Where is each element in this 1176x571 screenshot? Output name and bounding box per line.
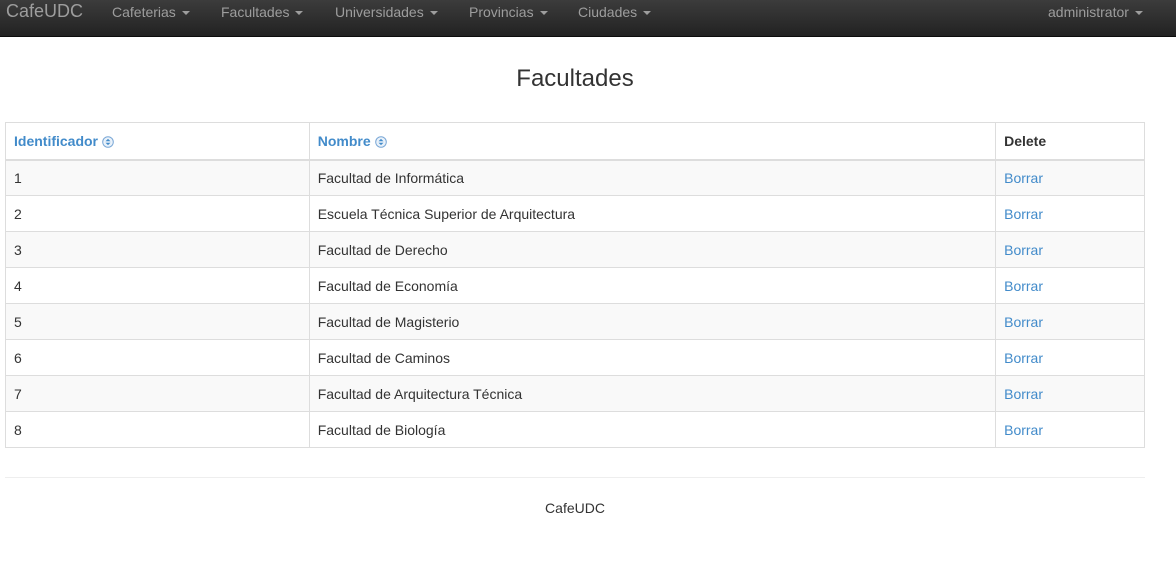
cell-id: 3 [5, 231, 310, 268]
nav-menu-ciudades[interactable]: Ciudades [578, 0, 652, 24]
nav-menu-label: Universidades [335, 4, 424, 20]
cell-delete: Borrar [995, 339, 1145, 376]
user-menu[interactable]: administrator [1048, 0, 1143, 24]
cell-id: 8 [5, 411, 310, 448]
cell-delete: Borrar [995, 195, 1145, 232]
borrar-link[interactable]: Borrar [1004, 206, 1043, 222]
table-row: 6 Facultad de Caminos Borrar [5, 339, 1145, 376]
column-header-identificador[interactable]: Identificador [5, 122, 310, 161]
nav-menu-cafeterias[interactable]: Cafeterias [112, 0, 190, 24]
cell-name: Facultad de Derecho [308, 231, 997, 268]
footer-divider [5, 477, 1145, 478]
nav-menu-label: Provincias [469, 4, 534, 20]
table-row: 2 Escuela Técnica Superior de Arquitectu… [5, 195, 1145, 232]
cell-name: Facultad de Economía [308, 267, 997, 304]
column-header-nombre[interactable]: Nombre [308, 122, 997, 161]
user-menu-label: administrator [1048, 4, 1129, 20]
borrar-link[interactable]: Borrar [1004, 314, 1043, 330]
caret-down-icon [295, 11, 304, 16]
nav-menu-label: Ciudades [578, 4, 638, 20]
footer-text: CafeUDC [545, 500, 605, 516]
nav-menu-facultades[interactable]: Facultades [221, 0, 304, 24]
cell-delete: Borrar [995, 303, 1145, 340]
cell-name: Facultad de Informática [308, 159, 997, 196]
borrar-link[interactable]: Borrar [1004, 422, 1043, 438]
cell-name: Facultad de Caminos [308, 339, 997, 376]
cell-name: Facultad de Arquitectura Técnica [308, 375, 997, 412]
nav-menu-label: Cafeterias [112, 4, 176, 20]
table-row: 5 Facultad de Magisterio Borrar [5, 303, 1145, 340]
table-row: 7 Facultad de Arquitectura Técnica Borra… [5, 375, 1145, 412]
borrar-link[interactable]: Borrar [1004, 170, 1043, 186]
column-header-delete: Delete [995, 122, 1145, 161]
table-row: 8 Facultad de Biología Borrar [5, 411, 1145, 448]
table-row: 1 Facultad de Informática Borrar [5, 159, 1145, 196]
cell-delete: Borrar [995, 267, 1145, 304]
borrar-link[interactable]: Borrar [1004, 278, 1043, 294]
caret-down-icon [181, 11, 190, 16]
cell-id: 5 [5, 303, 310, 340]
cell-delete: Borrar [995, 159, 1145, 196]
column-header-label: Identificador [14, 132, 99, 149]
cell-delete: Borrar [995, 231, 1145, 268]
cell-name: Facultad de Biología [308, 411, 997, 448]
table-row: 4 Facultad de Economía Borrar [5, 267, 1145, 304]
table-row: 3 Facultad de Derecho Borrar [5, 231, 1145, 268]
page-title: Facultades [516, 65, 634, 92]
cell-id: 4 [5, 267, 310, 304]
caret-down-icon [643, 11, 652, 16]
cell-delete: Borrar [995, 411, 1145, 448]
cell-delete: Borrar [995, 375, 1145, 412]
caret-down-icon [539, 11, 548, 16]
sort-toggle-icon[interactable] [102, 135, 114, 148]
nav-menu-provincias[interactable]: Provincias [469, 0, 548, 24]
caret-down-icon [429, 11, 438, 16]
facultades-table: Identificador Nombre Delete 1 Facultad d… [5, 122, 1145, 448]
table-header-row: Identificador Nombre Delete [5, 122, 1145, 161]
borrar-link[interactable]: Borrar [1004, 386, 1043, 402]
sort-toggle-icon[interactable] [374, 135, 387, 148]
borrar-link[interactable]: Borrar [1004, 350, 1043, 366]
nav-menu-universidades[interactable]: Universidades [335, 0, 438, 24]
cell-name: Escuela Técnica Superior de Arquitectura [308, 195, 997, 232]
column-header-label: Nombre [317, 132, 371, 149]
brand-link[interactable]: CafeUDC [6, 0, 83, 24]
top-navbar: CafeUDC Cafeterias Facultades Universida… [0, 0, 1176, 37]
borrar-link[interactable]: Borrar [1004, 242, 1043, 258]
cell-id: 7 [5, 375, 310, 412]
cell-id: 1 [5, 159, 310, 196]
cell-id: 6 [5, 339, 310, 376]
cell-id: 2 [5, 195, 310, 232]
caret-down-icon [1134, 11, 1143, 16]
cell-name: Facultad de Magisterio [308, 303, 997, 340]
nav-menu-label: Facultades [221, 4, 290, 20]
